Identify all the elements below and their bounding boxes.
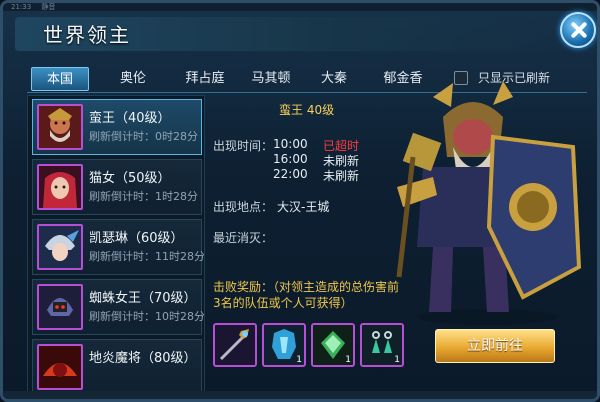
boss-name: 蛮王（40级） (89, 111, 171, 126)
bottom-bar (3, 391, 597, 399)
status-strip: 21:33 静音 (3, 3, 597, 11)
boss-item[interactable]: 凯瑟琳（60级） 刷新倒计时：11时28分 (32, 219, 205, 275)
location-label: 出现地点： (213, 200, 274, 214)
boss-list[interactable]: 蛮王（40级） 刷新倒计时：0时28分 猫女（50级） 刷新倒计时：1时28分 … (27, 95, 205, 399)
reward-slot[interactable]: 1 (311, 323, 355, 367)
boss-timer: 刷新倒计时：11时28分 (89, 250, 205, 263)
appear-time-1: 10:00 (273, 137, 308, 151)
reward-qty: 1 (394, 355, 400, 365)
window-title: 世界领主 (43, 23, 131, 47)
reward-slot[interactable]: 1 (262, 323, 306, 367)
boss-name: 蜘蛛女王（70级） (89, 291, 197, 306)
close-button[interactable] (560, 12, 596, 48)
boss-timer: 刷新倒计时：10时28分 (89, 310, 205, 323)
boss-item[interactable]: 蜘蛛女王（70级） 刷新倒计时：10时28分 (32, 279, 205, 335)
detail-title: 蛮王 40级 (279, 103, 335, 117)
boss-portrait (37, 104, 83, 150)
reward-qty: 1 (345, 355, 351, 365)
tab-aolun[interactable]: 奥伦 (103, 67, 163, 91)
reward-description: 击败奖励：（对领主造成的总伤害前3名的队伍或个人可获得） (213, 279, 403, 311)
boss-portrait (37, 284, 83, 330)
reward-slot[interactable]: 1 (360, 323, 404, 367)
tab-macedonia[interactable]: 马其顿 (237, 67, 305, 91)
boss-model-image (393, 77, 583, 327)
tab-daqin[interactable]: 大秦 (309, 67, 359, 91)
boss-name: 凯瑟琳（60级） (89, 231, 184, 246)
tab-home[interactable]: 本国 (31, 67, 89, 91)
appear-time-3: 22:00 (273, 167, 308, 181)
tab-byzantium[interactable]: 拜占庭 (171, 67, 239, 91)
boss-item[interactable]: 蛮王（40级） 刷新倒计时：0时28分 (32, 99, 202, 155)
status-time: 21:33 (11, 3, 32, 11)
boss-item[interactable]: 地炎魔将（80级） (32, 339, 202, 395)
appear-status-3: 未刷新 (323, 169, 360, 183)
boss-portrait (37, 164, 83, 210)
appear-time-label: 出现时间： (213, 139, 274, 153)
boss-timer: 刷新倒计时：0时28分 (89, 130, 198, 143)
boss-item[interactable]: 猫女（50级） 刷新倒计时：1时28分 (32, 159, 202, 215)
go-now-button[interactable]: 立即前往 (435, 329, 555, 363)
staff-icon (215, 325, 255, 365)
world-boss-window: 21:33 静音 世界领主 本国 奥伦 拜占庭 马其顿 大秦 郁金香 只显示已刷… (0, 0, 600, 402)
appear-time-2: 16:00 (273, 152, 308, 166)
reward-qty: 1 (296, 355, 302, 365)
boss-name: 猫女（50级） (89, 171, 171, 186)
recent-kill-label: 最近消灭： (213, 231, 274, 245)
boss-portrait (37, 224, 83, 270)
reward-label: 击败奖励： (213, 280, 274, 294)
boss-timer: 刷新倒计时：1时28分 (89, 190, 198, 203)
reward-slot[interactable] (213, 323, 257, 367)
boss-name: 地炎魔将（80级） (89, 351, 197, 366)
status-text: 静音 (41, 3, 56, 11)
boss-portrait (37, 344, 83, 390)
location-value: 大汉-王城 (277, 200, 330, 214)
